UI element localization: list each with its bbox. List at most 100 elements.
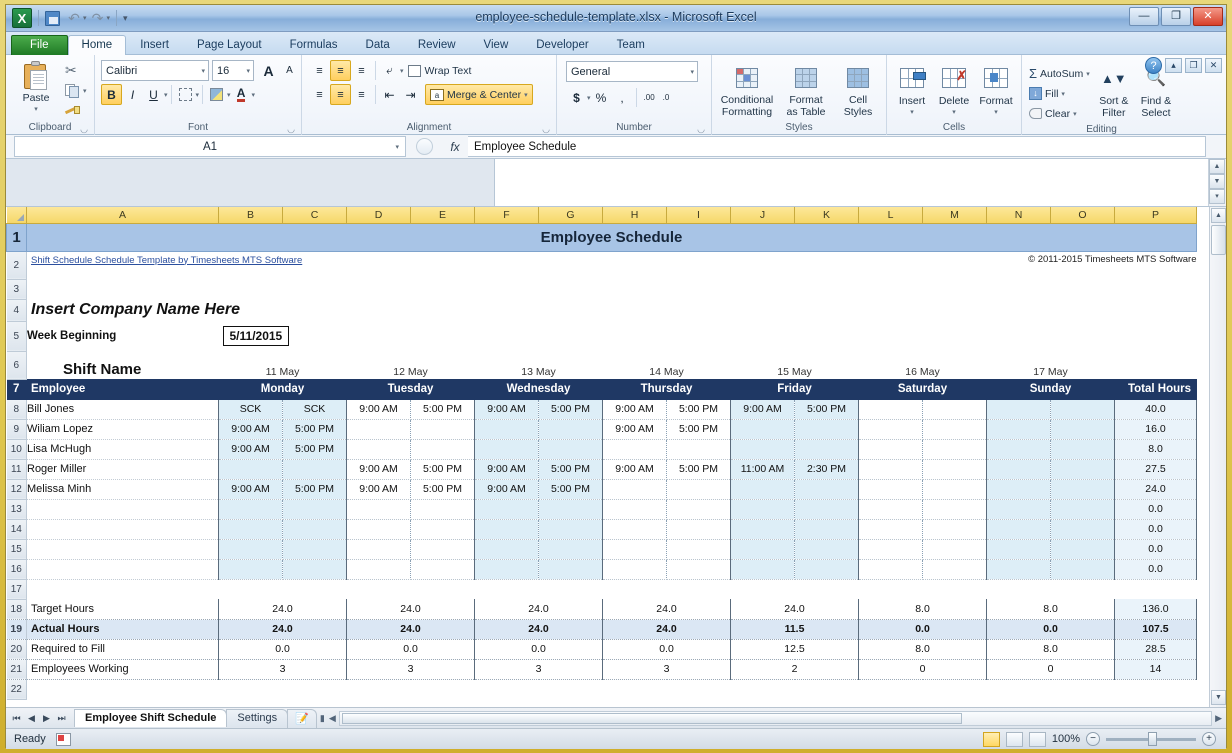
shift-cell[interactable] bbox=[795, 539, 859, 559]
sheet-tab-employee-shift-schedule[interactable]: Employee Shift Schedule bbox=[74, 709, 227, 727]
summary-value-cell[interactable]: 3 bbox=[475, 659, 603, 679]
table-row[interactable]: 8Bill JonesSCKSCK9:00 AM5:00 PM9:00 AM5:… bbox=[7, 399, 1197, 419]
page-layout-view-icon[interactable] bbox=[1006, 732, 1023, 747]
restore-doc-window-button[interactable]: ❐ bbox=[1185, 58, 1202, 73]
sheet-tab-settings[interactable]: Settings bbox=[226, 709, 288, 727]
name-box[interactable]: A1 ▾ bbox=[14, 136, 406, 157]
shift-cell[interactable] bbox=[283, 519, 347, 539]
shift-cell[interactable] bbox=[731, 439, 795, 459]
page-break-view-icon[interactable] bbox=[1029, 732, 1046, 747]
fill-color-button[interactable] bbox=[206, 84, 227, 105]
format-as-table-button[interactable]: Format as Table bbox=[778, 60, 834, 118]
shift-cell[interactable]: 9:00 AM bbox=[475, 399, 539, 419]
last-sheet-icon[interactable]: ⏭ bbox=[55, 713, 68, 724]
summary-total-cell[interactable]: 107.5 bbox=[1115, 619, 1197, 639]
column-header-N[interactable]: N bbox=[987, 207, 1051, 223]
paste-button[interactable]: Paste ▾ bbox=[10, 58, 62, 116]
summary-value-cell[interactable]: 0 bbox=[987, 659, 1115, 679]
shift-cell[interactable] bbox=[603, 479, 667, 499]
summary-total-cell[interactable]: 136.0 bbox=[1115, 599, 1197, 619]
shift-cell[interactable]: 11:00 AM bbox=[731, 459, 795, 479]
shift-cell[interactable] bbox=[923, 499, 987, 519]
shift-cell[interactable] bbox=[731, 479, 795, 499]
summary-row[interactable]: 20Required to Fill0.00.00.00.012.58.08.0… bbox=[7, 639, 1197, 659]
column-header-H[interactable]: H bbox=[603, 207, 667, 223]
tab-page-layout[interactable]: Page Layout bbox=[183, 35, 276, 55]
column-header-O[interactable]: O bbox=[1051, 207, 1115, 223]
blank-cell[interactable] bbox=[27, 279, 1197, 299]
merge-dropdown-icon[interactable]: ▾ bbox=[524, 91, 528, 99]
insert-cells-button[interactable]: Insert ▾ bbox=[891, 61, 933, 119]
column-header-P[interactable]: P bbox=[1115, 207, 1197, 223]
column-header-J[interactable]: J bbox=[731, 207, 795, 223]
hscroll-left-icon[interactable]: ◀ bbox=[329, 713, 339, 724]
shift-cell[interactable] bbox=[987, 539, 1051, 559]
summary-value-cell[interactable]: 2 bbox=[731, 659, 859, 679]
summary-value-cell[interactable]: 11.5 bbox=[731, 619, 859, 639]
shift-cell[interactable] bbox=[1051, 439, 1115, 459]
shift-cell[interactable] bbox=[923, 459, 987, 479]
table-row[interactable]: 140.0 bbox=[7, 519, 1197, 539]
align-left-button[interactable]: ≡ bbox=[309, 84, 330, 105]
zoom-slider[interactable] bbox=[1106, 738, 1196, 741]
row-header-18[interactable]: 18 bbox=[7, 599, 27, 619]
prev-sheet-icon[interactable]: ◀ bbox=[25, 713, 38, 724]
shift-cell[interactable] bbox=[667, 499, 731, 519]
column-header-A[interactable]: A bbox=[27, 207, 219, 223]
tab-review[interactable]: Review bbox=[404, 35, 470, 55]
shift-cell[interactable]: 5:00 PM bbox=[795, 399, 859, 419]
clear-button[interactable]: Clear▾ bbox=[1026, 104, 1093, 123]
shift-cell[interactable] bbox=[539, 419, 603, 439]
shift-cell[interactable] bbox=[411, 539, 475, 559]
summary-value-cell[interactable]: 0.0 bbox=[987, 619, 1115, 639]
next-sheet-icon[interactable]: ▶ bbox=[40, 713, 53, 724]
shift-cell[interactable] bbox=[411, 499, 475, 519]
shift-cell[interactable] bbox=[219, 559, 283, 579]
shift-cell[interactable] bbox=[859, 499, 923, 519]
shift-cell[interactable] bbox=[923, 539, 987, 559]
shift-cell[interactable] bbox=[923, 439, 987, 459]
font-color-button[interactable]: A bbox=[231, 84, 252, 105]
summary-value-cell[interactable]: 24.0 bbox=[731, 599, 859, 619]
tab-developer[interactable]: Developer bbox=[522, 35, 602, 55]
scroll-up-button[interactable]: ▲ bbox=[1211, 208, 1226, 223]
shift-cell[interactable]: 5:00 PM bbox=[539, 479, 603, 499]
italic-button[interactable]: I bbox=[122, 84, 143, 105]
zoom-slider-thumb[interactable] bbox=[1148, 732, 1157, 746]
shift-cell[interactable] bbox=[795, 519, 859, 539]
scroll-up-icon[interactable]: ▲ bbox=[1209, 159, 1225, 174]
column-header-F[interactable]: F bbox=[475, 207, 539, 223]
summary-value-cell[interactable]: 8.0 bbox=[987, 639, 1115, 659]
shift-cell[interactable] bbox=[539, 499, 603, 519]
employee-total-hours-cell[interactable]: 0.0 bbox=[1115, 519, 1197, 539]
row-header-20[interactable]: 20 bbox=[7, 639, 27, 659]
name-box-dropdown-icon[interactable]: ▾ bbox=[395, 143, 399, 151]
zoom-level[interactable]: 100% bbox=[1052, 733, 1080, 745]
shift-cell[interactable] bbox=[859, 519, 923, 539]
column-header-K[interactable]: K bbox=[795, 207, 859, 223]
shift-cell[interactable] bbox=[475, 519, 539, 539]
shift-cell[interactable] bbox=[1051, 559, 1115, 579]
summary-value-cell[interactable]: 8.0 bbox=[859, 599, 987, 619]
formula-input[interactable]: Employee Schedule bbox=[468, 136, 1206, 157]
summary-value-cell[interactable]: 24.0 bbox=[475, 599, 603, 619]
tab-formulas[interactable]: Formulas bbox=[276, 35, 352, 55]
increase-indent-button[interactable]: ⇥ bbox=[400, 84, 421, 105]
column-header-C[interactable]: C bbox=[283, 207, 347, 223]
shift-cell[interactable] bbox=[539, 439, 603, 459]
fill-button[interactable]: ↓Fill▾ bbox=[1026, 84, 1093, 103]
summary-value-cell[interactable]: 24.0 bbox=[347, 619, 475, 639]
cell-styles-button[interactable]: Cell Styles bbox=[834, 60, 882, 118]
employee-total-hours-cell[interactable]: 0.0 bbox=[1115, 539, 1197, 559]
shift-cell[interactable] bbox=[795, 439, 859, 459]
shift-cell[interactable] bbox=[987, 519, 1051, 539]
row-header-22[interactable]: 22 bbox=[7, 679, 27, 699]
blank-cell[interactable] bbox=[27, 579, 1197, 599]
cancel-enter-icon[interactable] bbox=[416, 138, 433, 155]
shift-cell[interactable] bbox=[1051, 399, 1115, 419]
worksheet-grid[interactable]: ABCDEFGHIJKLMNOP1Employee Schedule2Shift… bbox=[6, 207, 1209, 707]
close-button[interactable]: ✕ bbox=[1193, 7, 1223, 26]
shift-cell[interactable] bbox=[475, 539, 539, 559]
shift-cell[interactable]: 5:00 PM bbox=[539, 459, 603, 479]
tab-split-handle[interactable]: ▮ bbox=[320, 713, 329, 724]
